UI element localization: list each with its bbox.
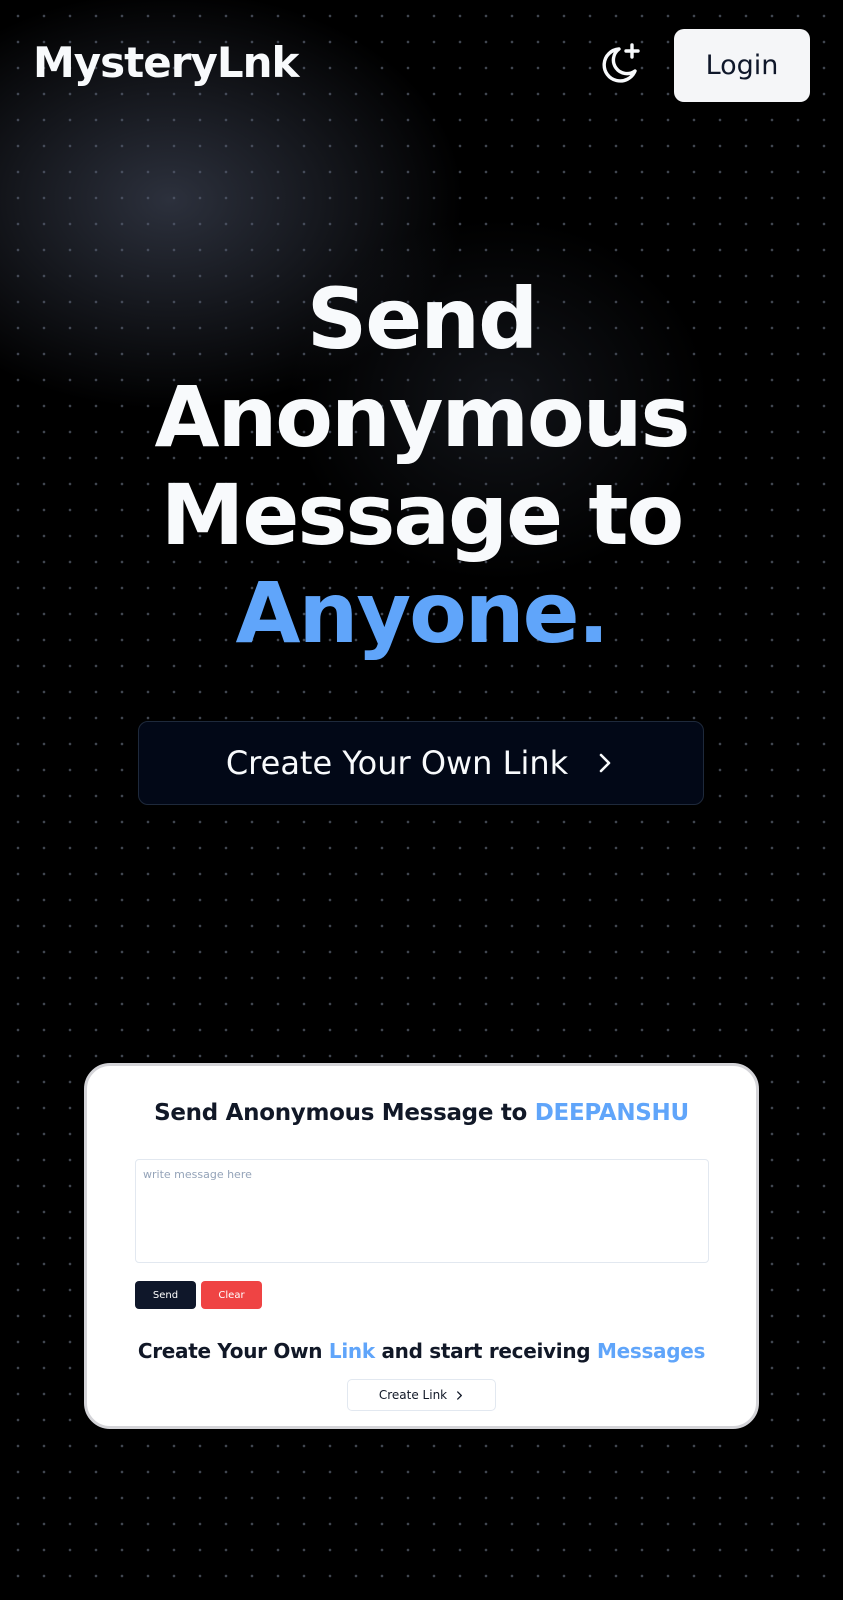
preview-card: Send Anonymous Message to DEEPANSHU writ…	[84, 1063, 759, 1429]
preview-create-link-label: Create Link	[378, 1388, 448, 1402]
chevron-right-icon	[457, 1390, 463, 1400]
login-button[interactable]: Login	[674, 29, 810, 102]
preview-sub-part2: and start receiving	[374, 1339, 597, 1363]
preview-create-link-button[interactable]: Create Link	[347, 1379, 496, 1411]
preview-title: Send Anonymous Message to DEEPANSHU	[87, 1100, 756, 1126]
preview-title-prefix: Send Anonymous Message to	[154, 1100, 535, 1126]
send-button[interactable]: Send	[135, 1281, 196, 1309]
hero-heading: Send Anonymous Message to Anyone.	[0, 270, 843, 662]
clear-button[interactable]: Clear	[201, 1281, 262, 1309]
hero-line-1: Send	[306, 270, 538, 368]
message-textarea[interactable]: write message here	[135, 1159, 709, 1263]
hero-line-accent: Anyone.	[235, 564, 610, 662]
hero-line-3: Message to	[160, 466, 684, 564]
chevron-right-icon	[599, 753, 611, 773]
moon-plus-icon	[602, 43, 640, 83]
create-link-cta-button[interactable]: Create Your Own Link	[138, 721, 704, 805]
hero-line-2: Anonymous	[154, 368, 690, 466]
logo[interactable]: MysteryLnk	[33, 38, 299, 87]
theme-toggle-button[interactable]	[594, 42, 642, 90]
preview-recipient-name: DEEPANSHU	[534, 1100, 689, 1126]
preview-sub-link-word: Link	[328, 1339, 375, 1363]
cta-label: Create Your Own Link	[225, 744, 569, 782]
preview-sub-part1: Create Your Own	[137, 1339, 329, 1363]
preview-subheading: Create Your Own Link and start receiving…	[87, 1339, 756, 1363]
preview-sub-messages-word: Messages	[596, 1339, 706, 1363]
navbar: MysteryLnk Login	[0, 0, 843, 130]
